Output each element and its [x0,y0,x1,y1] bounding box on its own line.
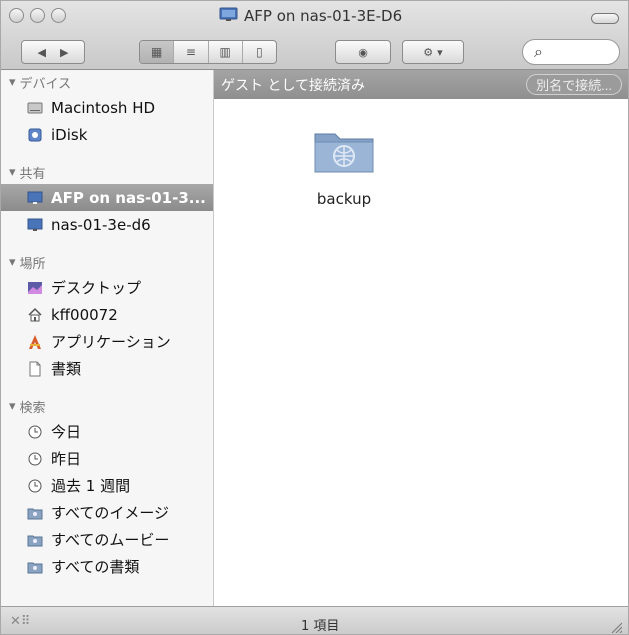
disclosure-triangle-icon[interactable]: ▾ [9,399,16,414]
sidebar-item-label: すべてのムービー [51,531,170,549]
action-menu-button[interactable]: ⚙ ▾ [402,40,464,64]
coverflow-view-icon[interactable]: ▯ [243,41,276,63]
search-field[interactable]: ⌕ [522,39,620,65]
sidebar-item-afp-share[interactable]: AFP on nas-01-3... [1,184,213,211]
toolbar-toggle-button[interactable] [591,13,619,24]
sidebar-item-documents[interactable]: 書類 [1,355,213,382]
disclosure-triangle-icon[interactable]: ▾ [9,165,16,180]
sidebar-item-label: 過去 1 週間 [51,477,131,495]
disclosure-triangle-icon[interactable]: ▾ [9,75,16,90]
sidebar-item-all-images[interactable]: すべてのイメージ [1,499,213,526]
list-view-icon[interactable]: ≡ [174,41,209,63]
sidebar-item-label: nas-01-3e-d6 [51,215,151,234]
clock-icon [27,478,43,494]
sidebar-item-label: デスクトップ [51,279,142,297]
zoom-button[interactable] [51,8,66,23]
dropdown-icon: ▾ [437,45,443,59]
smart-folder-icon [27,505,43,521]
status-icon: ✕⠿ [10,614,31,629]
clock-icon [27,424,43,440]
idisk-icon [27,127,43,143]
folder-label: backup [316,190,372,208]
shared-section-title: 共有 [19,166,46,182]
sidebar-item-all-documents[interactable]: すべての書類 [1,553,213,580]
item-count-text: 1 項目 [301,619,340,634]
desktop-icon [27,280,43,296]
smart-folder-icon [27,559,43,575]
sidebar-item-past-week[interactable]: 過去 1 週間 [1,472,213,499]
smart-folder-icon [27,532,43,548]
places-section: ▾ 場所 [1,250,213,274]
minimize-button[interactable] [30,8,45,23]
sidebar-item-label: アプリケーション [51,333,171,351]
finder-window: AFP on nas-01-3E-D6 ◀ ▶ ▦ ≡ ▥ ▯ ◉ ⚙ ▾ ⌕ ▾ … [0,0,629,635]
connect-as-button[interactable]: 別名で接続... [526,74,622,95]
back-forward-buttons[interactable]: ◀ ▶ [21,40,85,64]
search-section-title: 検索 [19,400,46,416]
eye-icon: ◉ [358,45,368,59]
file-browser: backup [214,99,628,606]
display-icon [219,7,238,26]
sidebar-item-applications[interactable]: アプリケーション [1,328,213,355]
shared-section: ▾ 共有 [1,160,213,184]
search-icon: ⌕ [534,42,543,61]
sidebar-item-nas[interactable]: nas-01-3e-d6 [1,211,213,238]
search-section: ▾ 検索 [1,394,213,418]
devices-section-title: デバイス [19,76,72,92]
sidebar-item-label: kff00072 [51,305,118,324]
sidebar-item-macintosh-hd[interactable]: Macintosh HD [1,94,213,121]
sidebar-item-all-movies[interactable]: すべてのムービー [1,526,213,553]
sidebar-item-idisk[interactable]: iDisk [1,121,213,148]
applications-icon [27,334,43,350]
titlebar[interactable]: AFP on nas-01-3E-D6 ◀ ▶ ▦ ≡ ▥ ▯ ◉ ⚙ ▾ ⌕ [1,1,628,70]
places-section-title: 場所 [19,256,46,272]
window-title-text: AFP on nas-01-3E-D6 [244,7,403,25]
sidebar-item-label: Macintosh HD [51,98,156,117]
icon-view-icon[interactable]: ▦ [140,41,175,63]
sidebar: ▾ デバイス Macintosh HD iDisk ▾ 共有 AFP on na… [1,70,214,606]
sidebar-item-label: 昨日 [51,450,82,468]
status-bar: ✕⠿ 1 項目 [1,606,628,634]
sidebar-item-desktop[interactable]: デスクトップ [1,274,213,301]
display-icon [27,190,43,206]
sidebar-item-today[interactable]: 今日 [1,418,213,445]
sidebar-item-label: 今日 [51,423,82,441]
sidebar-item-label: AFP on nas-01-3... [51,188,206,207]
forward-icon[interactable]: ▶ [60,46,68,59]
sidebar-item-label: 書類 [51,360,82,378]
disclosure-triangle-icon[interactable]: ▾ [9,255,16,270]
network-folder-icon [314,133,374,173]
view-mode-selector[interactable]: ▦ ≡ ▥ ▯ [139,40,277,64]
sidebar-item-label: iDisk [51,125,88,144]
home-icon [27,307,43,323]
gear-icon: ⚙ [423,45,434,59]
connection-status-text: ゲスト として接続済み [221,77,366,94]
sidebar-item-label: すべての書類 [51,558,140,576]
back-icon[interactable]: ◀ [38,46,46,59]
resize-grip-icon[interactable] [610,621,622,633]
document-icon [27,361,43,377]
display-icon [27,217,43,233]
column-view-icon[interactable]: ▥ [209,41,243,63]
hard-drive-icon [27,100,43,116]
sidebar-item-yesterday[interactable]: 昨日 [1,445,213,472]
close-button[interactable] [9,8,24,23]
devices-section: ▾ デバイス [1,70,213,94]
clock-icon [27,451,43,467]
window-title: AFP on nas-01-3E-D6 [219,7,402,26]
quick-look-button[interactable]: ◉ [335,40,391,64]
folder-item-backup[interactable]: backup [304,124,384,208]
sidebar-item-label: すべてのイメージ [51,504,170,522]
connection-status-bar: ゲスト として接続済み 別名で接続... [214,70,628,99]
sidebar-item-home[interactable]: kff00072 [1,301,213,328]
